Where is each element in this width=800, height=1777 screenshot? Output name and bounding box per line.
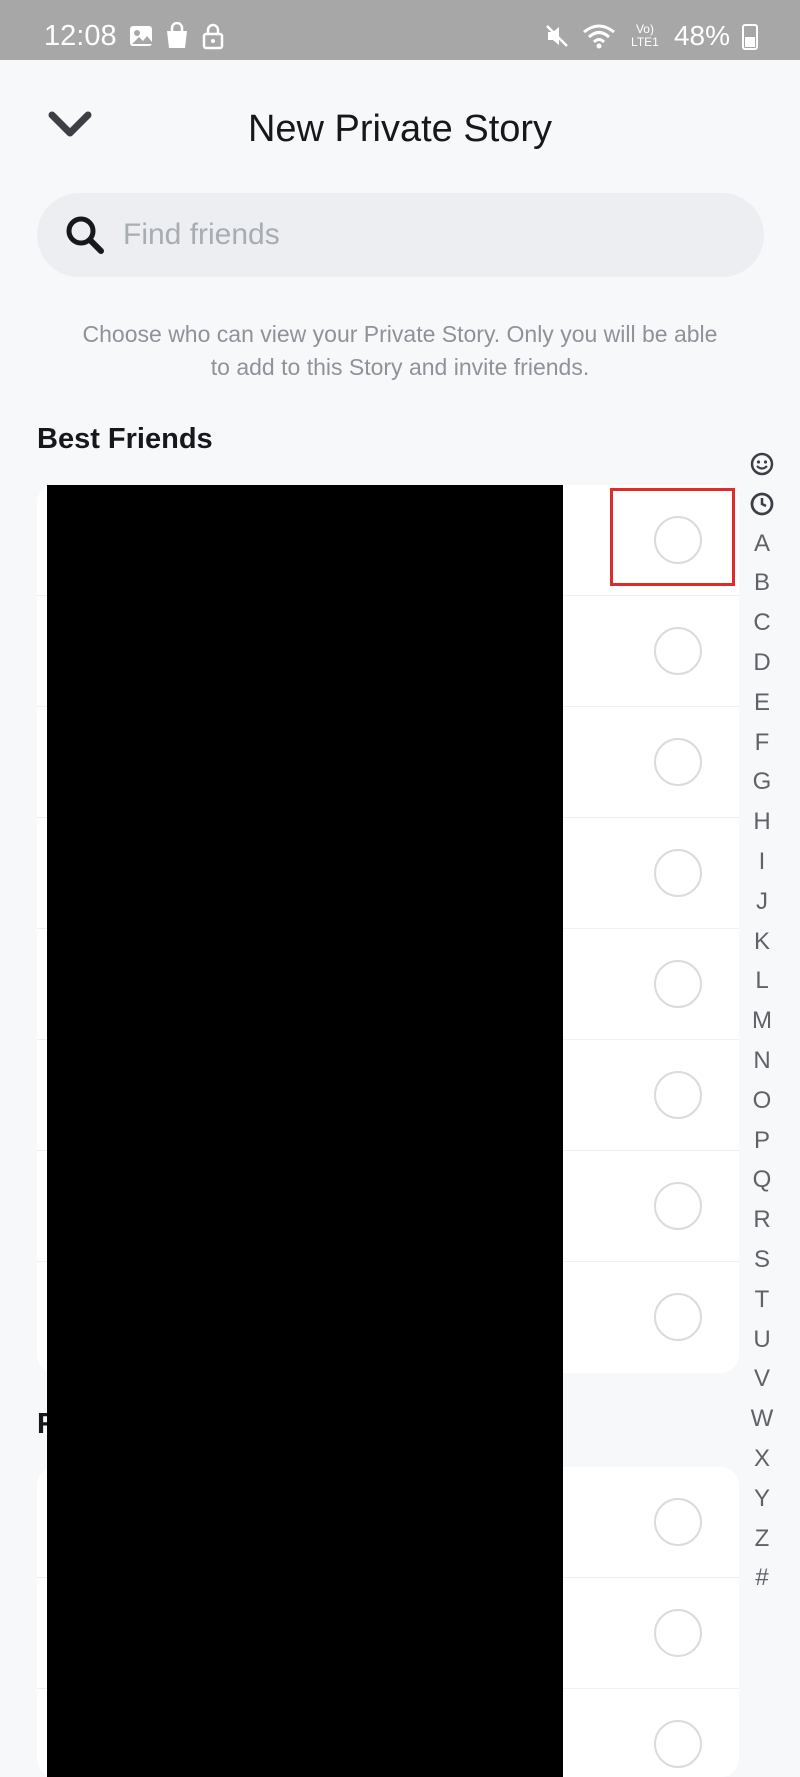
index-letter[interactable]: C [744, 603, 780, 643]
redacted-area [47, 485, 563, 1777]
index-letter[interactable]: L [744, 961, 780, 1001]
select-checkbox[interactable] [654, 738, 702, 786]
search-input[interactable] [123, 193, 723, 277]
index-letter[interactable]: G [744, 762, 780, 802]
alphabet-index[interactable]: A B C D E F G H I J K L M N O P Q R S T U V W X Y Z # [744, 444, 780, 1598]
index-letter[interactable]: J [744, 882, 780, 922]
index-letter[interactable]: Q [744, 1160, 780, 1200]
select-checkbox[interactable] [654, 1293, 702, 1341]
select-checkbox[interactable] [654, 627, 702, 675]
index-letter[interactable]: S [744, 1240, 780, 1280]
index-letter[interactable]: Z [744, 1519, 780, 1559]
index-letter[interactable]: B [744, 563, 780, 603]
page-title: New Private Story [247, 108, 553, 150]
index-letter[interactable]: R [744, 1200, 780, 1240]
shopping-bag-icon [167, 22, 187, 48]
index-letter[interactable]: V [744, 1359, 780, 1399]
select-checkbox[interactable] [654, 1182, 702, 1230]
select-checkbox[interactable] [654, 849, 702, 897]
index-letter[interactable]: A [744, 524, 780, 564]
index-letter[interactable]: I [744, 842, 780, 882]
index-letter[interactable]: E [744, 683, 780, 723]
index-letter[interactable]: F [744, 723, 780, 763]
wifi-icon [583, 24, 615, 49]
battery-percent: 48% [673, 20, 730, 51]
index-letter[interactable]: U [744, 1320, 780, 1360]
status-time: 12:08 [44, 20, 117, 52]
index-letter[interactable]: # [744, 1558, 780, 1598]
index-letter[interactable]: M [744, 1001, 780, 1041]
battery-icon [742, 24, 758, 50]
mute-icon [546, 25, 568, 47]
status-bar: 12:08 Vo) LTE1 48% [0, 0, 800, 60]
select-checkbox[interactable] [654, 1498, 702, 1546]
header: New Private Story [0, 60, 800, 190]
gallery-icon [130, 26, 152, 46]
index-letter[interactable]: X [744, 1439, 780, 1479]
search-bar[interactable] [37, 193, 764, 277]
index-letter[interactable]: T [744, 1280, 780, 1320]
search-icon [66, 216, 104, 254]
description-text: Choose who can view your Private Story. … [82, 321, 718, 380]
highlight-box [610, 488, 735, 586]
index-letter[interactable]: H [744, 802, 780, 842]
volte-lte-icon: Vo) LTE1 [631, 22, 659, 49]
index-letter[interactable]: W [744, 1399, 780, 1439]
section-title-best-friends: Best Friends [37, 423, 213, 455]
select-checkbox[interactable] [654, 1609, 702, 1657]
index-letter[interactable]: D [744, 643, 780, 683]
index-letter[interactable]: P [744, 1121, 780, 1161]
select-checkbox[interactable] [654, 960, 702, 1008]
index-smiley[interactable] [750, 444, 774, 484]
lock-icon [202, 23, 224, 50]
select-checkbox[interactable] [654, 1720, 702, 1768]
index-letter[interactable]: N [744, 1041, 780, 1081]
clock-icon [750, 492, 774, 516]
index-letter[interactable]: Y [744, 1479, 780, 1519]
select-checkbox[interactable] [654, 1071, 702, 1119]
index-letter[interactable]: O [744, 1081, 780, 1121]
index-letter[interactable]: K [744, 922, 780, 962]
smiley-icon [750, 452, 774, 476]
index-recent[interactable] [750, 484, 774, 524]
